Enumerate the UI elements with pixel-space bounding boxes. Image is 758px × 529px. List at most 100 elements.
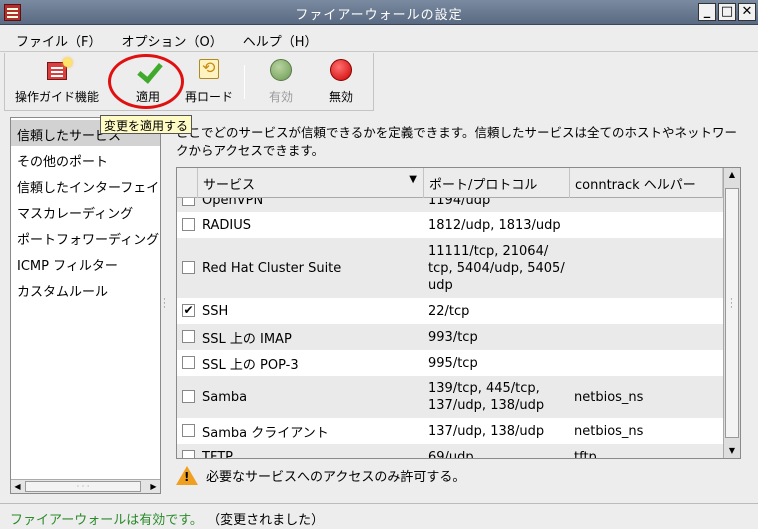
row-checkbox[interactable] <box>182 198 195 206</box>
row-port: 1812/udp, 1813/udp <box>428 217 561 233</box>
header-port[interactable]: ポート/プロトコル <box>424 168 570 198</box>
status-bar: ファイアーウォールは有効です。 （変更されました） <box>0 503 758 529</box>
table-body: OpenVPN 1194/udp RADIUS 1812/udp, 1813/u… <box>177 198 723 459</box>
header-service[interactable]: サービス ▼ <box>198 168 424 198</box>
row-helper <box>570 198 578 212</box>
row-helper <box>570 238 578 298</box>
table-row[interactable]: Samba 139/tcp, 445/tcp, 137/udp, 138/udp… <box>177 376 723 418</box>
table-row[interactable]: OpenVPN 1194/udp <box>177 198 723 212</box>
minimize-button[interactable]: _ <box>698 3 716 21</box>
checkmark-icon <box>136 59 160 83</box>
sidebar-item-masquerading[interactable]: マスカレーディング <box>11 198 160 224</box>
enable-label: 有効 <box>268 90 293 104</box>
window-title: ファイアーウォールの設定 <box>295 8 463 23</box>
wizard-icon <box>47 58 72 80</box>
scroll-up-arrow-icon[interactable]: ▲ <box>724 168 740 182</box>
row-checkbox[interactable] <box>182 450 195 458</box>
sidebar-item-other-ports[interactable]: その他のポート <box>11 146 160 172</box>
row-checkbox[interactable] <box>182 390 195 403</box>
row-helper: tftp <box>574 449 597 459</box>
sidebar-item-trusted-interfaces[interactable]: 信頼したインターフェイス <box>11 172 160 198</box>
row-helper <box>570 212 578 238</box>
disable-button[interactable]: 無効 <box>317 55 365 109</box>
row-service: SSL 上の POP-3 <box>202 357 299 373</box>
row-helper: netbios_ns <box>574 389 644 405</box>
maximize-button[interactable]: □ <box>718 3 736 21</box>
wizard-button[interactable]: 操作ガイド機能 <box>9 55 105 109</box>
window-controls: _ □ ✕ <box>698 3 756 21</box>
row-service: SSL 上の IMAP <box>202 331 292 347</box>
scroll-left-arrow-icon[interactable]: ◀ <box>11 480 24 493</box>
sidebar-scroll-thumb[interactable]: · · · <box>25 481 141 492</box>
wizard-label: 操作ガイド機能 <box>14 90 99 104</box>
toolbar-separator <box>244 65 245 99</box>
menu-file[interactable]: ファイル（F） <box>6 26 111 51</box>
row-checkbox[interactable] <box>182 218 195 231</box>
row-service: TFTP <box>202 449 233 459</box>
row-helper: netbios_ns <box>574 423 644 439</box>
row-helper <box>570 298 578 324</box>
row-port: 139/tcp, 445/tcp, 137/udp, 138/udp <box>428 381 545 413</box>
description-text: ここでどのサービスが信頼できるかを定義できます。信頼したサービスは全てのホストや… <box>176 125 738 158</box>
row-port: 11111/tcp, 21064/ tcp, 5404/udp, 5405/ u… <box>428 243 565 293</box>
row-checkbox[interactable]: ✔ <box>182 304 195 317</box>
table-row[interactable]: ✔ SSH 22/tcp <box>177 298 723 324</box>
row-port: 995/tcp <box>428 355 478 371</box>
sidebar-item-icmp-filter[interactable]: ICMP フィルター <box>11 250 160 276</box>
table-row[interactable]: SSL 上の POP-3 995/tcp <box>177 350 723 376</box>
row-helper <box>570 350 578 376</box>
row-service: Samba <box>202 389 248 405</box>
menu-options[interactable]: オプション（O） <box>111 26 232 51</box>
reload-button[interactable]: 再ロード <box>181 55 237 109</box>
header-helper[interactable]: conntrack ヘルパー <box>570 168 723 198</box>
row-service: RADIUS <box>202 217 252 233</box>
toolbar: 操作ガイド機能 適用 再ロード 有効 無効 <box>4 53 374 111</box>
table-row[interactable]: Red Hat Cluster Suite 11111/tcp, 21064/ … <box>177 238 723 298</box>
table-vertical-scrollbar[interactable]: ▲ ▼ <box>723 168 740 458</box>
warning-icon <box>176 465 198 485</box>
row-service: SSH <box>202 303 229 319</box>
menu-help[interactable]: ヘルプ（H） <box>233 26 328 51</box>
row-service: Red Hat Cluster Suite <box>202 260 342 276</box>
menu-bar: ファイル（F） オプション（O） ヘルプ（H） <box>0 26 758 52</box>
firewall-status-text: ファイアーウォールは有効です。 <box>10 513 203 528</box>
apply-label: 適用 <box>135 90 160 104</box>
row-service: OpenVPN <box>202 198 264 208</box>
sidebar-item-port-forwarding[interactable]: ポートフォワーディング <box>11 224 160 250</box>
row-checkbox[interactable] <box>182 424 195 437</box>
sidebar: 信頼したサービス その他のポート 信頼したインターフェイス マスカレーディング … <box>10 117 161 494</box>
table-row[interactable]: SSL 上の IMAP 993/tcp <box>177 324 723 350</box>
sidebar-horizontal-scrollbar[interactable]: ◀ · · · ▶ <box>11 479 160 493</box>
title-bar: ファイアーウォールの設定 _ □ ✕ <box>0 0 758 25</box>
enable-icon <box>270 59 292 81</box>
row-port: 993/tcp <box>428 329 478 345</box>
row-checkbox[interactable] <box>182 261 195 274</box>
scroll-down-arrow-icon[interactable]: ▼ <box>724 444 740 458</box>
scroll-right-arrow-icon[interactable]: ▶ <box>147 480 160 493</box>
header-checkbox-column[interactable] <box>177 168 198 198</box>
warning-text: 必要なサービスへのアクセスのみ許可する。 <box>206 469 466 485</box>
close-button[interactable]: ✕ <box>738 3 756 21</box>
enable-button[interactable]: 有効 <box>257 55 305 109</box>
table-scroll-grip: · · · <box>730 295 733 313</box>
row-checkbox[interactable] <box>182 356 195 369</box>
row-port: 69/udp <box>428 449 474 459</box>
apply-tooltip: 変更を適用する <box>100 115 193 134</box>
row-port: 1194/udp <box>428 198 491 208</box>
row-checkbox[interactable] <box>182 330 195 343</box>
reload-icon <box>199 58 219 79</box>
row-port: 22/tcp <box>428 303 470 319</box>
disable-label: 無効 <box>328 90 353 104</box>
table-scroll-thumb[interactable] <box>725 188 739 438</box>
sidebar-item-custom-rules[interactable]: カスタムルール <box>11 276 160 302</box>
row-service: Samba クライアント <box>202 425 329 441</box>
row-helper <box>570 324 578 350</box>
apply-button[interactable]: 適用 <box>123 55 173 109</box>
row-port: 137/udp, 138/udp <box>428 423 545 439</box>
table-row[interactable]: RADIUS 1812/udp, 1813/udp <box>177 212 723 238</box>
table-row[interactable]: TFTP 69/udp tftp <box>177 444 723 459</box>
sort-down-icon: ▼ <box>409 174 417 185</box>
pane-resize-handle[interactable]: · · · <box>163 296 167 313</box>
table-row[interactable]: Samba クライアント 137/udp, 138/udp netbios_ns <box>177 418 723 444</box>
modified-note: （変更されました） <box>207 513 325 528</box>
